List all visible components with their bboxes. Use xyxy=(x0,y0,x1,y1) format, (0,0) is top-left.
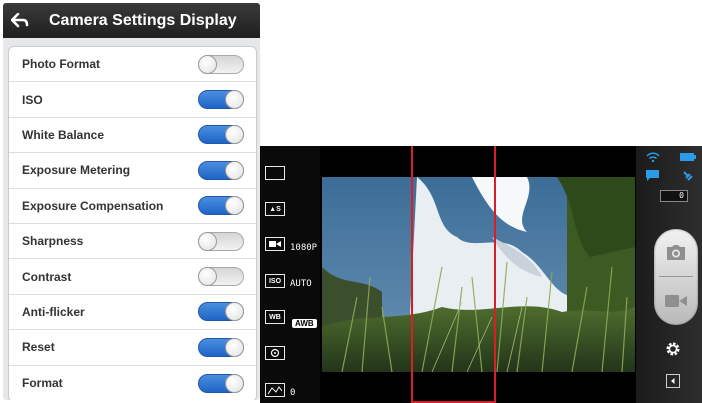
setting-row: Exposure Metering xyxy=(9,153,256,189)
toggle-knob xyxy=(225,302,244,322)
setting-row: White Balance xyxy=(9,118,256,154)
setting-toggle[interactable] xyxy=(198,373,244,393)
settings-panel: Camera Settings Display Photo Format ISO W… xyxy=(3,3,260,400)
setting-row: Photo Format xyxy=(9,47,256,83)
setting-toggle[interactable] xyxy=(198,90,244,110)
setting-toggle[interactable] xyxy=(198,267,244,287)
exposure-icon[interactable] xyxy=(265,383,285,397)
remaining-counter: 0 xyxy=(660,190,688,202)
toggle-knob xyxy=(225,337,244,357)
setting-label: Anti-flicker xyxy=(22,304,85,319)
setting-toggle[interactable] xyxy=(198,231,244,251)
wb-value: AWB xyxy=(292,319,317,328)
setting-toggle[interactable] xyxy=(198,54,244,74)
back-button[interactable] xyxy=(3,3,37,38)
play-icon xyxy=(671,378,675,384)
video-camera-icon[interactable] xyxy=(265,237,285,251)
toggle-knob xyxy=(225,125,244,145)
photo-camera-icon xyxy=(667,244,685,260)
video-record-button[interactable] xyxy=(654,277,698,325)
setting-toggle[interactable] xyxy=(198,160,244,180)
metering-icon[interactable] xyxy=(265,346,285,360)
title-bar: Camera Settings Display xyxy=(3,3,260,38)
toggle-knob xyxy=(225,196,244,216)
satellite-icon xyxy=(683,171,693,181)
wifi-icon xyxy=(646,152,660,162)
setting-row: Exposure Compensation xyxy=(9,189,256,224)
setting-label: White Balance xyxy=(22,127,105,142)
burst-mode-icon[interactable]: ▲S xyxy=(265,202,285,216)
setting-toggle[interactable] xyxy=(198,125,244,145)
toggle-knob xyxy=(225,160,244,180)
setting-label: Photo Format xyxy=(22,57,100,72)
toggle-knob xyxy=(198,54,217,74)
toggle-knob xyxy=(198,231,217,251)
photo-capture-button[interactable] xyxy=(654,229,698,276)
page-title: Camera Settings Display xyxy=(49,11,237,29)
setting-label: Sharpness xyxy=(22,234,84,249)
battery-icon xyxy=(680,153,696,161)
gear-icon[interactable] xyxy=(665,341,681,357)
setting-label: Reset xyxy=(22,340,55,355)
back-arrow-icon xyxy=(11,12,29,27)
iso-icon[interactable]: ISO xyxy=(265,274,285,288)
message-icon xyxy=(646,170,659,181)
setting-label: Exposure Metering xyxy=(22,163,131,178)
photo-size-icon[interactable] xyxy=(265,166,285,180)
capture-panel: 0 xyxy=(636,146,702,403)
iso-value: AUTO xyxy=(290,279,312,289)
setting-toggle[interactable] xyxy=(198,302,244,322)
toggle-knob xyxy=(225,373,244,393)
setting-row: Format xyxy=(9,366,256,400)
ev-value: 0 xyxy=(290,388,296,398)
setting-label: Contrast xyxy=(22,269,72,284)
video-resolution: 1080P xyxy=(290,243,318,253)
crop-highlight-frame xyxy=(411,146,496,403)
setting-row: Contrast xyxy=(9,259,256,295)
setting-row: Sharpness xyxy=(9,224,256,260)
toggle-knob xyxy=(225,90,244,110)
capture-pill xyxy=(654,229,698,325)
wb-icon[interactable]: WB xyxy=(265,310,285,324)
toggle-knob xyxy=(198,267,217,287)
camera-settings-strip: ▲S 1080P ISO AUTO WB AWB 0 xyxy=(260,146,320,403)
setting-toggle[interactable] xyxy=(198,196,244,216)
setting-label: ISO xyxy=(22,92,43,107)
setting-label: Format xyxy=(22,376,63,391)
setting-row: Anti-flicker xyxy=(9,295,256,331)
settings-list: Photo Format ISO White Balance Exposure Met… xyxy=(8,46,257,400)
playback-button[interactable] xyxy=(666,374,680,388)
setting-label: Exposure Compensation xyxy=(22,198,164,213)
setting-row: Reset xyxy=(9,330,256,366)
setting-toggle[interactable] xyxy=(198,337,244,357)
camera-view: ▲S 1080P ISO AUTO WB AWB 0 0 xyxy=(260,146,702,403)
video-camera-icon xyxy=(665,295,687,307)
setting-row: ISO xyxy=(9,82,256,118)
